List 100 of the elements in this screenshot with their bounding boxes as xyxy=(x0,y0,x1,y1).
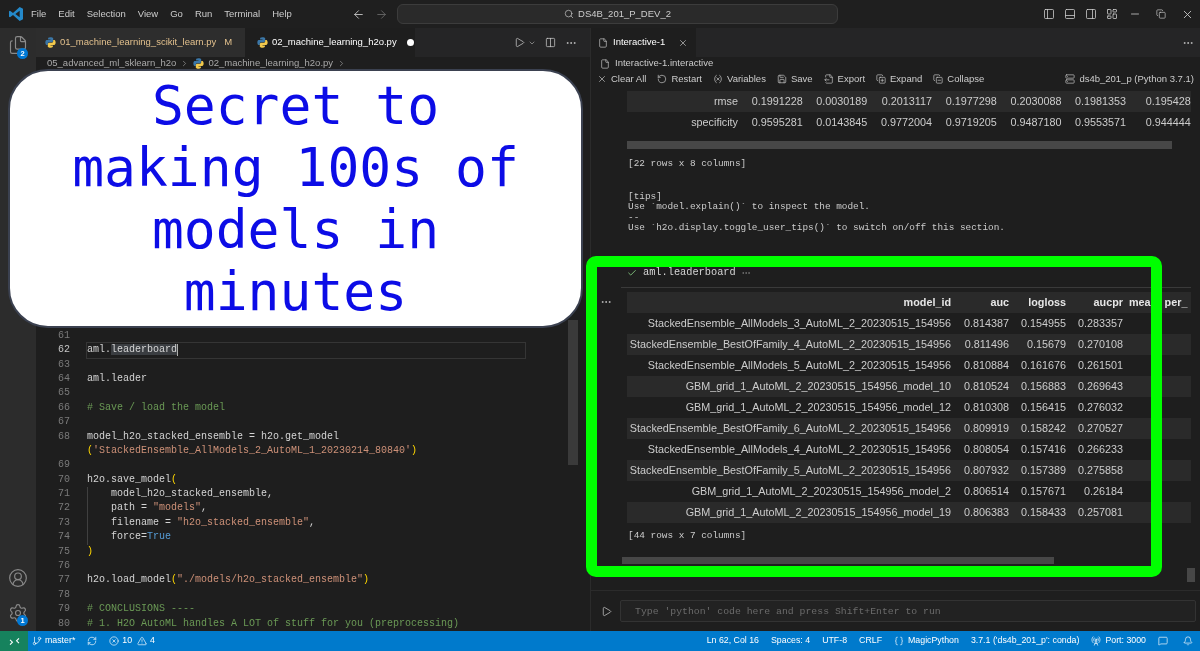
settings-icon[interactable] xyxy=(8,603,28,623)
scrollbar-thumb[interactable] xyxy=(622,557,1054,564)
split-icon[interactable] xyxy=(545,37,556,48)
save-icon xyxy=(776,74,787,84)
table-cell-text: GBM_grid_1_AutoML_2_20230515_154956_model_19 xyxy=(684,504,952,520)
menu-item[interactable]: Terminal xyxy=(218,6,267,22)
status-bar-item[interactable]: CRLF xyxy=(859,634,883,648)
export-button[interactable]: Export xyxy=(823,71,866,87)
line-number: 67 xyxy=(58,415,70,430)
row-label: specificity xyxy=(690,115,739,131)
scrollbar-thumb[interactable] xyxy=(1187,568,1195,582)
kernel-button[interactable]: ds4b_201_p (Python 3.7.1) xyxy=(1065,71,1194,87)
menu-item[interactable]: Go xyxy=(164,6,189,22)
status-bar-item[interactable]: MagicPython xyxy=(894,634,959,648)
forward-arrow-icon[interactable] xyxy=(375,7,388,21)
table-cell-text: 0.9553571 xyxy=(1074,115,1128,131)
app-logo-icon[interactable] xyxy=(8,6,24,22)
line-number: 61 xyxy=(58,328,70,343)
tips-line: [tips] xyxy=(628,191,662,202)
close-icon xyxy=(597,74,607,84)
close-icon[interactable] xyxy=(678,37,689,48)
clear-all-button[interactable]: Clear All xyxy=(597,71,647,87)
problems-button[interactable]: 10 4 xyxy=(109,634,155,648)
bell-icon[interactable] xyxy=(1183,636,1193,646)
status-bar-item[interactable]: Spaces: 4 xyxy=(771,634,811,648)
variables-button[interactable]: Variables xyxy=(713,71,766,87)
sync-icon[interactable] xyxy=(87,636,98,646)
search-field[interactable]: DS4B_201_P_DEV_2 xyxy=(397,4,838,24)
table-cell-text: StackedEnsemble_AllModels_4_AutoML_2_20230515_154956 xyxy=(646,441,952,457)
remote-icon xyxy=(8,635,20,647)
editor-tab[interactable]: 01_machine_learning_scikit_learn.py M xyxy=(36,28,245,57)
file-type-icon xyxy=(45,37,56,48)
branch-button[interactable]: master* xyxy=(32,634,76,648)
menu-item[interactable]: File xyxy=(25,6,53,22)
code-line: h2o.load_model("./models/h2o_stacked_ensemble") xyxy=(87,573,370,588)
table-cell-text: 0.156415 xyxy=(1019,399,1067,415)
breadcrumb-item[interactable]: 02_machine_learning_h2o.py xyxy=(208,55,334,71)
line-number: 74 xyxy=(58,530,70,545)
table-cell-text: 0.157389 xyxy=(1019,462,1067,478)
status-bar-item[interactable]: UTF-8 xyxy=(822,634,848,648)
table-cell-text: 0.269643 xyxy=(1076,378,1124,394)
code-input-field[interactable]: Type 'python' code here and press Shift+Enter to run xyxy=(620,600,1196,622)
collapse-button[interactable]: Collapse xyxy=(933,71,985,87)
branch-icon xyxy=(32,636,42,646)
table-cell-text: 0.283357 xyxy=(1076,315,1124,331)
table-cell-text: 0.161676 xyxy=(1019,357,1067,373)
line-number: 80 xyxy=(58,616,70,631)
menu-item[interactable]: Help xyxy=(266,6,298,22)
breadcrumb-item[interactable]: Interactive-1.interactive xyxy=(615,56,714,71)
table-cell-text: 0.811496 xyxy=(963,336,1010,352)
breadcrumb-item[interactable]: 05_advanced_ml_sklearn_h2o xyxy=(47,55,177,71)
restart-button[interactable]: Restart xyxy=(657,71,702,87)
remote-button[interactable] xyxy=(0,631,28,651)
expand-button[interactable]: Expand xyxy=(876,71,923,87)
line-number: 77 xyxy=(58,573,70,588)
scrollbar-thumb[interactable] xyxy=(568,320,578,465)
table-cell-text: 0.9719205 xyxy=(944,115,998,131)
table-cell-text: 0.266233 xyxy=(1076,441,1124,457)
play-icon[interactable] xyxy=(601,605,612,617)
status-bar-item[interactable]: 3.7.1 ('ds4b_201_p': conda) xyxy=(970,634,1080,648)
back-arrow-icon[interactable] xyxy=(352,7,365,21)
menu-item[interactable]: Run xyxy=(188,6,219,22)
code-line: # Save / load the model xyxy=(87,400,226,415)
table-cell-text: 0.807932 xyxy=(962,462,1010,478)
account-icon[interactable] xyxy=(8,568,28,588)
table-cell-text: 0.158433 xyxy=(1019,504,1067,520)
panel-left-icon[interactable] xyxy=(1042,8,1055,20)
tips-line: Use `model.explain()` to inspect the model. xyxy=(628,202,870,213)
panel-right-icon[interactable] xyxy=(1084,8,1097,20)
restore-icon[interactable] xyxy=(1156,9,1166,19)
code-line: model_h2o_stacked_ensemble, xyxy=(111,487,274,502)
menu-item[interactable]: Selection xyxy=(80,6,132,22)
table-cell-text: StackedEnsemble_BestOfFamily_6_AutoML_2_20230515_154956 xyxy=(628,420,952,436)
panel-bottom-icon[interactable] xyxy=(1063,8,1076,20)
scrollbar-thumb[interactable] xyxy=(627,141,1172,149)
table-cell-text: StackedEnsemble_AllModels_3_AutoML_2_20230515_154956 xyxy=(646,315,952,331)
code-line: h2o.save_model( xyxy=(87,472,178,487)
table-cell-text: 0.270527 xyxy=(1076,420,1124,436)
line-number: 76 xyxy=(58,559,70,574)
export-icon xyxy=(823,74,834,84)
search-icon xyxy=(564,9,574,19)
files-icon[interactable] xyxy=(8,35,28,55)
menu-item[interactable]: View xyxy=(131,6,165,22)
file-type-icon xyxy=(193,57,205,69)
code-line: aml.leaderboard xyxy=(87,343,178,358)
table-cell-text: 0.810308 xyxy=(962,399,1010,415)
column-header: aucpr xyxy=(1092,294,1124,310)
editor-tab[interactable]: 02_machine_learning_h2o.py xyxy=(245,28,415,57)
table-cell-text: 0.154955 xyxy=(1019,315,1067,331)
editor-tab[interactable]: Interactive-1 xyxy=(591,28,697,57)
table-cell-text: 0.270108 xyxy=(1076,336,1124,352)
menu-item[interactable]: Edit xyxy=(52,6,81,22)
table-cell-text: StackedEnsemble_BestOfFamily_4_AutoML_2_20230515_154956 xyxy=(628,336,952,352)
save-button[interactable]: Save xyxy=(776,71,813,87)
play-icon[interactable] xyxy=(514,37,525,48)
error-icon xyxy=(109,636,120,646)
layout-icon[interactable] xyxy=(1105,8,1118,20)
status-bar-item[interactable]: Port: 3000 xyxy=(1091,634,1146,648)
status-bar-item[interactable]: Ln 62, Col 16 xyxy=(706,634,759,648)
table-cell-text: 0.156883 xyxy=(1019,378,1067,394)
